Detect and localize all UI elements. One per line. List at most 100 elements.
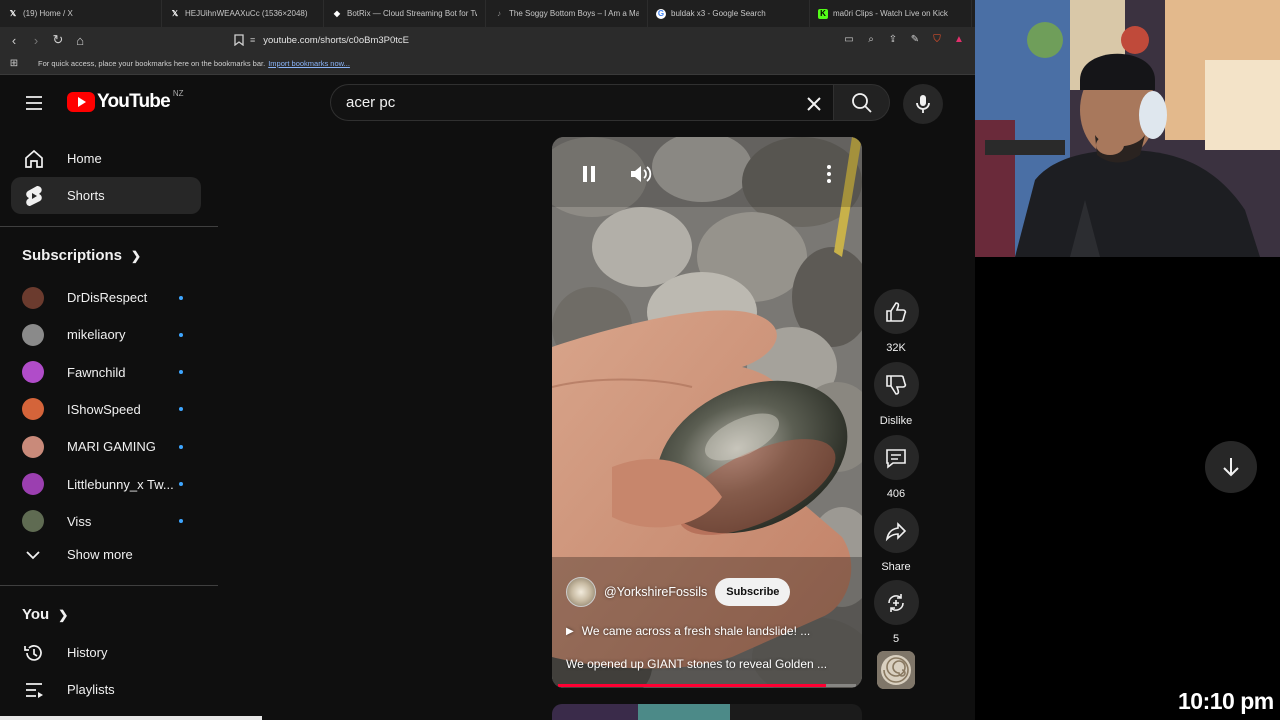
microphone-icon	[916, 95, 930, 113]
taskbar-edge	[0, 716, 262, 720]
clear-search-icon[interactable]	[800, 90, 828, 118]
comments-action: 406	[873, 435, 919, 500]
arrow-down-icon	[1223, 458, 1239, 477]
more-options-icon[interactable]	[811, 156, 847, 192]
chevron-down-icon	[22, 544, 44, 566]
channel-name[interactable]: @YorkshireFossils	[604, 585, 707, 599]
share-arrow-icon	[885, 521, 907, 541]
dislike-button[interactable]	[873, 362, 919, 407]
pause-icon	[583, 166, 595, 182]
subscription-item[interactable]: Fawnchild	[11, 354, 201, 391]
bookmarks-bar: ⊞ For quick access, place your bookmarks…	[0, 53, 975, 75]
ammonite-fossil-image	[877, 651, 915, 689]
sidebar-item-home[interactable]: Home	[11, 140, 201, 177]
subscription-name: IShowSpeed	[67, 401, 141, 417]
voice-search-button[interactable]	[903, 84, 943, 124]
browser-tab[interactable]: ♪ The Soggy Bottom Boys – I Am a Ma	[486, 0, 648, 27]
subscription-item[interactable]: DrDisRespect	[11, 279, 201, 316]
sound-thumbnail[interactable]	[877, 651, 915, 689]
avatar	[22, 323, 44, 346]
youtube-play-icon	[67, 92, 95, 112]
screen: 𝕏 (19) Home / X 𝕏 HEJUihnWEAAXuCc (1536×20…	[0, 0, 1280, 720]
search-input[interactable]: acer pc	[330, 84, 838, 121]
browser-window: 𝕏 (19) Home / X 𝕏 HEJUihnWEAAXuCc (1536×20…	[0, 0, 975, 720]
new-content-dot	[179, 482, 183, 486]
subscription-name: Viss	[67, 513, 92, 529]
webcam-overlay	[975, 0, 1280, 257]
rewards-icon[interactable]: ▲	[951, 31, 967, 47]
short-title[interactable]: We opened up GIANT stones to reveal Gold…	[566, 657, 856, 671]
site-info-icon[interactable]: ≡	[250, 35, 255, 45]
channel-avatar[interactable]	[566, 577, 596, 607]
browser-tab[interactable]: 𝕏 (19) Home / X	[0, 0, 162, 27]
browser-tab[interactable]: Kma0ri Clips - Watch Live on Kick	[810, 0, 972, 27]
share-action: Share	[873, 508, 919, 573]
thumbs-down-icon	[886, 374, 907, 395]
subscription-item[interactable]: MARI GAMING	[11, 428, 201, 465]
chevron-right-icon: ❯	[58, 607, 69, 622]
import-bookmarks-link[interactable]: Import bookmarks now...	[268, 59, 350, 68]
you-heading[interactable]: You ❯	[22, 606, 68, 623]
thumbs-up-icon	[886, 301, 907, 322]
short-video-player[interactable]: @YorkshireFossils Subscribe ▶ We came ac…	[552, 137, 862, 688]
browser-tab[interactable]: ◆ BotRix — Cloud Streaming Bot for Tw	[324, 0, 486, 27]
history-icon	[22, 641, 46, 665]
progress-bar[interactable]	[558, 684, 856, 687]
avatar	[22, 398, 44, 421]
menu-icon[interactable]	[22, 91, 46, 115]
subscription-item[interactable]: Viss	[11, 503, 201, 540]
new-content-dot	[179, 295, 183, 300]
next-short-button[interactable]	[1205, 441, 1257, 493]
subscriptions-heading[interactable]: Subscriptions ❯	[22, 247, 141, 264]
music-icon: ♪	[497, 9, 501, 18]
remix-button[interactable]	[873, 580, 919, 625]
channel-row: @YorkshireFossils Subscribe	[566, 577, 791, 607]
subscription-item[interactable]: IShowSpeed	[11, 391, 201, 428]
translate-icon[interactable]: ✎	[907, 31, 923, 47]
sidebar-item-history[interactable]: History	[11, 634, 201, 671]
brave-shield-icon[interactable]: ⛉	[929, 31, 945, 47]
remix-icon	[888, 593, 904, 612]
subscription-item[interactable]: Littlebunny_x Tw...	[11, 466, 201, 503]
reload-icon[interactable]: ↻	[48, 30, 68, 50]
reader-mode-icon[interactable]: ▭	[841, 31, 857, 47]
avatar	[22, 435, 44, 458]
browser-tab[interactable]: 𝕏 HEJUihnWEAAXuCc (1536×2048)	[162, 0, 324, 27]
next-short-preview[interactable]	[552, 704, 862, 720]
x-logo-icon: 𝕏	[171, 9, 179, 18]
apps-grid-icon[interactable]: ⊞	[6, 56, 22, 72]
comments-button[interactable]	[873, 435, 919, 480]
like-action: 32K	[873, 289, 919, 354]
back-icon[interactable]: ‹	[4, 30, 24, 50]
volume-icon	[631, 166, 652, 182]
volume-button[interactable]	[623, 156, 659, 192]
new-content-dot	[179, 444, 183, 449]
like-button[interactable]	[873, 289, 919, 334]
forward-icon[interactable]: ›	[26, 30, 46, 50]
home-icon[interactable]: ⌂	[70, 30, 90, 50]
zoom-icon[interactable]: ⌕	[863, 31, 879, 47]
address-bar: ‹ › ↻ ⌂ ≡ youtube.com/shorts/c0oBm3P0tcE…	[0, 27, 975, 53]
browser-tab[interactable]: Gbuldak x3 - Google Search	[648, 0, 810, 27]
divider	[0, 226, 218, 227]
new-content-dot	[179, 519, 183, 524]
youtube-logo[interactable]: YouTube NZ	[67, 89, 184, 113]
subscription-item[interactable]: mikeliaory	[11, 316, 201, 353]
show-more-button[interactable]: Show more	[11, 536, 201, 573]
subscribe-button[interactable]: Subscribe	[715, 578, 791, 606]
related-video-link[interactable]: ▶ We came across a fresh shale landslide…	[566, 624, 856, 638]
sidebar-item-shorts[interactable]: Shorts	[11, 177, 201, 214]
avatar	[22, 473, 44, 495]
new-content-dot	[179, 370, 183, 375]
pause-button[interactable]	[571, 156, 607, 192]
tab-strip: 𝕏 (19) Home / X 𝕏 HEJUihnWEAAXuCc (1536×20…	[0, 0, 975, 27]
new-content-dot	[179, 332, 183, 337]
sidebar-item-playlists[interactable]: Playlists	[11, 671, 201, 708]
share-button[interactable]	[873, 508, 919, 553]
share-icon[interactable]: ⇪	[885, 31, 901, 47]
bookmark-icon[interactable]	[229, 30, 249, 50]
new-content-dot	[179, 407, 183, 412]
subscription-name: Littlebunny_x Tw...	[67, 476, 174, 492]
search-button[interactable]	[833, 84, 890, 121]
youtube-masthead: YouTube NZ acer pc	[0, 76, 975, 130]
